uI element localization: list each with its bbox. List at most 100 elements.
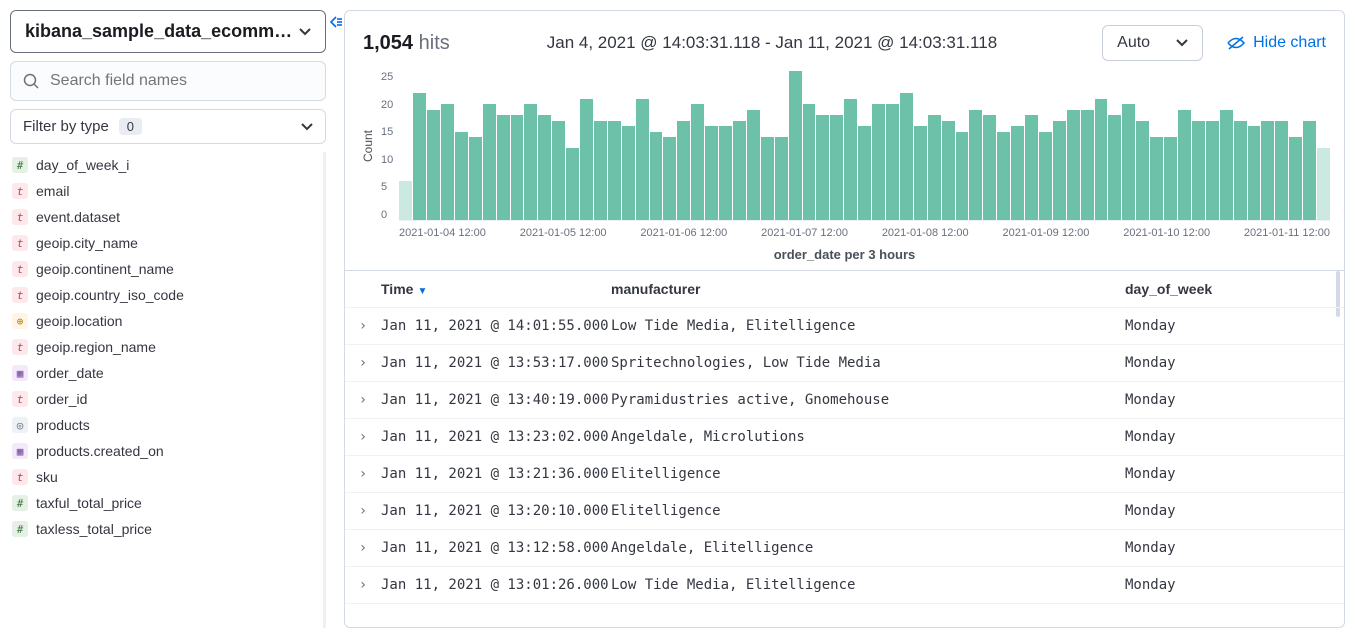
chart-bar[interactable]	[1248, 126, 1261, 220]
chart-bar[interactable]	[886, 104, 899, 220]
field-item[interactable]: tgeoip.region_name	[10, 334, 319, 360]
chart-bar[interactable]	[1108, 115, 1121, 220]
chart-bar[interactable]	[677, 121, 690, 220]
chart-bar[interactable]	[844, 99, 857, 220]
hide-chart-button[interactable]: Hide chart	[1227, 34, 1326, 52]
interval-select[interactable]: Auto	[1102, 25, 1203, 61]
col-manufacturer[interactable]: manufacturer	[609, 281, 1123, 297]
chart-bar[interactable]	[455, 132, 468, 220]
chart[interactable]: Count 2520151050 2021-01-04 12:002021-01…	[345, 67, 1344, 270]
chart-bar[interactable]	[1317, 148, 1330, 220]
chart-bar[interactable]	[1136, 121, 1149, 220]
chart-bar[interactable]	[983, 115, 996, 220]
chart-bar[interactable]	[914, 126, 927, 220]
field-item[interactable]: tsku	[10, 464, 319, 490]
chart-bar[interactable]	[594, 121, 607, 220]
chart-bar[interactable]	[1206, 121, 1219, 220]
chart-bar[interactable]	[691, 104, 704, 220]
field-item[interactable]: tgeoip.country_iso_code	[10, 282, 319, 308]
chart-bar[interactable]	[997, 132, 1010, 220]
chart-bar[interactable]	[872, 104, 885, 220]
collapse-sidebar-button[interactable]	[326, 0, 344, 638]
expand-row-button[interactable]: ›	[345, 503, 381, 519]
chart-bar[interactable]	[928, 115, 941, 220]
chart-bar[interactable]	[1303, 121, 1316, 220]
expand-row-button[interactable]: ›	[345, 318, 381, 334]
chart-bar[interactable]	[1122, 104, 1135, 220]
chart-bar[interactable]	[1234, 121, 1247, 220]
chart-bar[interactable]	[497, 115, 510, 220]
chart-bar[interactable]	[705, 126, 718, 220]
field-item[interactable]: tevent.dataset	[10, 204, 319, 230]
field-item[interactable]: #taxless_total_price	[10, 516, 319, 542]
expand-row-button[interactable]: ›	[345, 540, 381, 556]
chart-bar[interactable]	[427, 110, 440, 220]
field-item[interactable]: tgeoip.continent_name	[10, 256, 319, 282]
field-item[interactable]: tgeoip.city_name	[10, 230, 319, 256]
field-item[interactable]: #day_of_week_i	[10, 152, 319, 178]
field-list[interactable]: #day_of_week_itemailtevent.datasettgeoip…	[10, 152, 326, 628]
field-search-input[interactable]	[50, 72, 313, 90]
field-item[interactable]: ⊕geoip.location	[10, 308, 319, 334]
filter-by-type[interactable]: Filter by type 0	[10, 109, 326, 144]
chart-bar[interactable]	[1164, 137, 1177, 220]
chart-bar[interactable]	[399, 181, 412, 220]
chart-bar[interactable]	[538, 115, 551, 220]
chart-bar[interactable]	[747, 110, 760, 220]
chart-bar[interactable]	[761, 137, 774, 220]
expand-row-button[interactable]: ›	[345, 466, 381, 482]
chart-bar[interactable]	[942, 121, 955, 220]
chart-bar[interactable]	[650, 132, 663, 220]
index-pattern-selector[interactable]: kibana_sample_data_ecomm…	[10, 10, 326, 53]
chart-bar[interactable]	[413, 93, 426, 220]
chart-bar[interactable]	[1289, 137, 1302, 220]
col-time[interactable]: Time▼	[381, 281, 609, 297]
chart-bar[interactable]	[816, 115, 829, 220]
chart-bar[interactable]	[1261, 121, 1274, 220]
chart-bar[interactable]	[1178, 110, 1191, 220]
expand-row-button[interactable]: ›	[345, 429, 381, 445]
chart-bar[interactable]	[1039, 132, 1052, 220]
col-day-of-week[interactable]: day_of_week	[1123, 281, 1336, 297]
chart-bar[interactable]	[789, 71, 802, 220]
chart-bar[interactable]	[622, 126, 635, 220]
chart-bar[interactable]	[608, 121, 621, 220]
chart-bar[interactable]	[524, 104, 537, 220]
chart-bar[interactable]	[441, 104, 454, 220]
chart-bar[interactable]	[1275, 121, 1288, 220]
chart-bar[interactable]	[511, 115, 524, 220]
chart-bar[interactable]	[1067, 110, 1080, 220]
chart-bar[interactable]	[566, 148, 579, 220]
chart-bar[interactable]	[830, 115, 843, 220]
chart-bar[interactable]	[803, 104, 816, 220]
field-search[interactable]	[10, 61, 326, 101]
field-item[interactable]: #taxful_total_price	[10, 490, 319, 516]
chart-bar[interactable]	[775, 137, 788, 220]
chart-bar[interactable]	[552, 121, 565, 220]
field-item[interactable]: ▦order_date	[10, 360, 319, 386]
chart-bar[interactable]	[580, 99, 593, 220]
chart-bar[interactable]	[1011, 126, 1024, 220]
field-item[interactable]: ◎products	[10, 412, 319, 438]
chart-bar[interactable]	[733, 121, 746, 220]
field-item[interactable]: ▦products.created_on	[10, 438, 319, 464]
chart-bar[interactable]	[956, 132, 969, 220]
chart-bar[interactable]	[469, 137, 482, 220]
chart-bar[interactable]	[719, 126, 732, 220]
chart-bar[interactable]	[1053, 121, 1066, 220]
expand-row-button[interactable]: ›	[345, 392, 381, 408]
chart-bar[interactable]	[1081, 110, 1094, 220]
chart-bar[interactable]	[636, 99, 649, 220]
chart-bar[interactable]	[1220, 110, 1233, 220]
chart-bar[interactable]	[969, 110, 982, 220]
field-item[interactable]: temail	[10, 178, 319, 204]
chart-bar[interactable]	[663, 137, 676, 220]
chart-bar[interactable]	[1025, 115, 1038, 220]
field-item[interactable]: torder_id	[10, 386, 319, 412]
chart-bar[interactable]	[483, 104, 496, 220]
chart-bar[interactable]	[1095, 99, 1108, 220]
chart-bar[interactable]	[900, 93, 913, 220]
expand-row-button[interactable]: ›	[345, 355, 381, 371]
results-table[interactable]: Time▼ manufacturer day_of_week ›Jan 11, …	[345, 270, 1344, 627]
chart-bar[interactable]	[1192, 121, 1205, 220]
